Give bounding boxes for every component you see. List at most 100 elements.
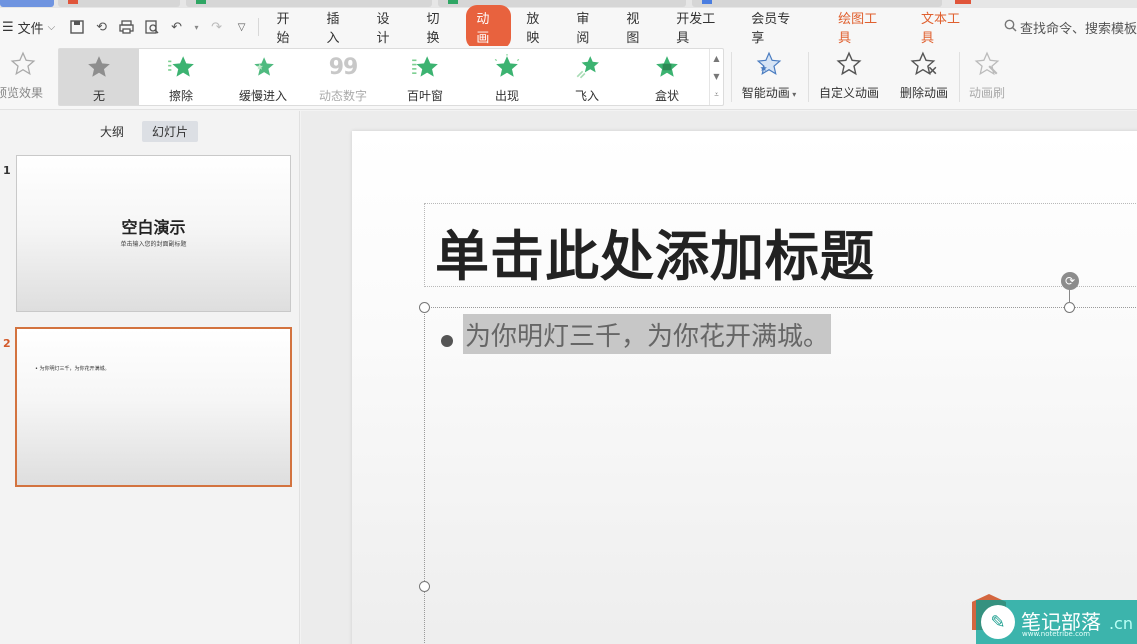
anim-blinds[interactable]: 百叶窗 [385, 49, 465, 109]
anim-box[interactable]: 盒状 [627, 49, 707, 109]
dynamic-number-icon: 99 [328, 54, 359, 80]
anim-slow-in-label: 缓慢进入 [238, 89, 287, 103]
anim-fly-in-label: 飞入 [574, 89, 599, 103]
anim-none[interactable]: 无 [59, 49, 139, 109]
tab-home[interactable]: 开始 [267, 5, 312, 49]
anim-none-label: 无 [92, 89, 105, 103]
undo-icon[interactable]: ↶ [169, 19, 185, 35]
print-icon[interactable] [119, 19, 135, 35]
command-search[interactable]: 查找命令、搜索模板 [1004, 18, 1137, 37]
quick-access-toolbar: ⟲ ↶ ▾ ↷ ▽ [69, 19, 250, 35]
view-switch: 大纲 幻灯片 [90, 121, 199, 142]
animation-ribbon: 预览效果 无 擦除 缓慢进入 99 动态数字 百叶窗 出现 飞入 盒状 ▲ ▼ … [0, 46, 1137, 110]
anim-dynamic-number-label: 动态数字 [318, 89, 367, 103]
anim-appear-label: 出现 [494, 89, 519, 103]
doc-tab-active-mark[interactable] [955, 0, 971, 4]
print-preview-icon[interactable] [144, 19, 160, 35]
tab-text-tools[interactable]: 文本工具 [911, 5, 981, 49]
file-menu[interactable]: ☰ 文件 ⌵ [0, 18, 65, 37]
anim-fly-in[interactable]: 飞入 [547, 49, 627, 109]
smart-animation-button[interactable]: 智能动画 ▾ [736, 46, 802, 106]
animation-gallery: 无 擦除 缓慢进入 99 动态数字 百叶窗 出现 飞入 盒状 ▲ ▼ ⩡ [58, 48, 724, 106]
tab-slides[interactable]: 幻灯片 [142, 121, 199, 142]
gallery-up-icon[interactable]: ▲ [713, 54, 719, 63]
slide-number-2: 2 [3, 337, 11, 350]
resize-handle-top-left[interactable] [419, 302, 430, 313]
tab-drawing-tools[interactable]: 绘图工具 [828, 5, 898, 49]
smart-animation-icon [756, 50, 782, 78]
search-placeholder: 查找命令、搜索模板 [1020, 21, 1137, 37]
preview-effect-button[interactable]: 预览效果 [0, 46, 46, 106]
custom-animation-button[interactable]: 自定义动画 [814, 46, 884, 106]
star-brush-icon [974, 50, 1000, 78]
tab-transition[interactable]: 切换 [416, 5, 461, 49]
anim-wipe[interactable]: 擦除 [141, 49, 221, 109]
star-box-icon [654, 53, 680, 81]
doc-tab-1-mark [68, 0, 78, 4]
anim-dynamic-number[interactable]: 99 动态数字 [303, 49, 383, 109]
star-fly-icon [574, 53, 600, 81]
search-icon [1004, 19, 1017, 36]
menu-bar: ☰ 文件 ⌵ ⟲ ↶ ▾ ↷ ▽ 开始 插入 设计 切换 动画 放映 审阅 视图… [0, 5, 1137, 49]
resize-handle-middle-left[interactable] [419, 581, 430, 592]
home-tab-segment[interactable] [0, 0, 54, 7]
tab-design[interactable]: 设计 [366, 5, 411, 49]
thumb-bullet: • 为你明灯三千，为你花开满城。 [35, 366, 110, 372]
rotate-icon[interactable]: ⟳ [1061, 272, 1079, 290]
tab-member[interactable]: 会员专享 [741, 5, 811, 49]
resize-handle-top-middle[interactable] [1064, 302, 1075, 313]
custom-animation-label: 自定义动画 [818, 86, 879, 100]
menu-divider [257, 18, 259, 36]
redo-icon[interactable]: ↷ [209, 19, 225, 35]
slide-number-1: 1 [3, 164, 11, 177]
ribbon-tabs: 开始 插入 设计 切换 动画 放映 审阅 视图 开发工具 会员专享 绘图工具 文… [267, 5, 986, 49]
tab-animation[interactable]: 动画 [466, 5, 512, 49]
gallery-expand-icon[interactable]: ⩡ [714, 90, 719, 100]
current-slide: 单击此处添加标题 为你明灯三千，为你花开满城。 ⟳ [352, 131, 1137, 644]
bullet-icon [441, 335, 453, 347]
anim-slow-in[interactable]: 缓慢进入 [223, 49, 303, 109]
thumb-title: 空白演示 [121, 218, 186, 237]
gallery-scroll-controls: ▲ ▼ ⩡ [709, 49, 723, 105]
tab-developer[interactable]: 开发工具 [666, 5, 736, 49]
watermark-tld: .cn [1108, 614, 1133, 633]
star-slow-icon [250, 53, 276, 81]
thumb-subtitle: 单击输入您的封面副标题 [120, 241, 187, 248]
slide-thumbnail-2[interactable]: • 为你明灯三千，为你花开满城。 [15, 327, 292, 487]
tab-review[interactable]: 审阅 [566, 5, 611, 49]
save-icon[interactable] [69, 19, 85, 35]
undo-dropdown-icon[interactable]: ▾ [194, 19, 200, 35]
tab-slideshow[interactable]: 放映 [516, 5, 561, 49]
anim-box-label: 盒状 [654, 89, 679, 103]
slide-thumbnail-1[interactable]: 空白演示 单击输入您的封面副标题 [16, 155, 291, 312]
star-appear-icon [494, 53, 520, 81]
doc-tab-4-mark [702, 0, 712, 4]
hamburger-icon: ☰ [2, 19, 14, 35]
anim-blinds-label: 百叶窗 [406, 89, 443, 103]
ribbon-divider [808, 52, 809, 102]
selected-body-text[interactable]: 为你明灯三千，为你花开满城。 [463, 314, 832, 354]
content-textbox[interactable]: 为你明灯三千，为你花开满城。 [424, 307, 1137, 644]
animation-brush-button[interactable]: 动画刷 [962, 46, 1012, 106]
customize-toolbar-icon[interactable]: ▽ [234, 19, 250, 35]
watermark-url: www.notetribe.com [1022, 630, 1091, 638]
tab-view[interactable]: 视图 [616, 5, 661, 49]
doc-tab-3-mark [448, 0, 458, 4]
star-delete-icon [910, 50, 938, 78]
export-icon[interactable]: ⟲ [94, 19, 110, 35]
slide-navigator: 大纲 幻灯片 1 空白演示 单击输入您的封面副标题 2 • 为你明灯三千，为你花… [0, 111, 300, 644]
chevron-down-icon: ⌵ [47, 21, 56, 33]
watermark: ✎ 笔记部落 www.notetribe.com .cn [976, 600, 1137, 644]
delete-animation-label: 删除动画 [899, 86, 948, 100]
slide-canvas: 单击此处添加标题 为你明灯三千，为你花开满城。 ⟳ [301, 111, 1137, 644]
delete-animation-button[interactable]: 删除动画 [892, 46, 956, 106]
anim-wipe-label: 擦除 [168, 89, 193, 103]
tab-insert[interactable]: 插入 [317, 5, 362, 49]
tab-outline[interactable]: 大纲 [90, 121, 134, 142]
ribbon-divider [731, 52, 732, 102]
doc-tab-2-mark [196, 0, 206, 4]
title-placeholder[interactable]: 单击此处添加标题 [424, 203, 1137, 288]
anim-appear[interactable]: 出现 [467, 49, 547, 109]
gallery-down-icon[interactable]: ▼ [713, 72, 719, 81]
star-outline-icon [836, 50, 862, 78]
